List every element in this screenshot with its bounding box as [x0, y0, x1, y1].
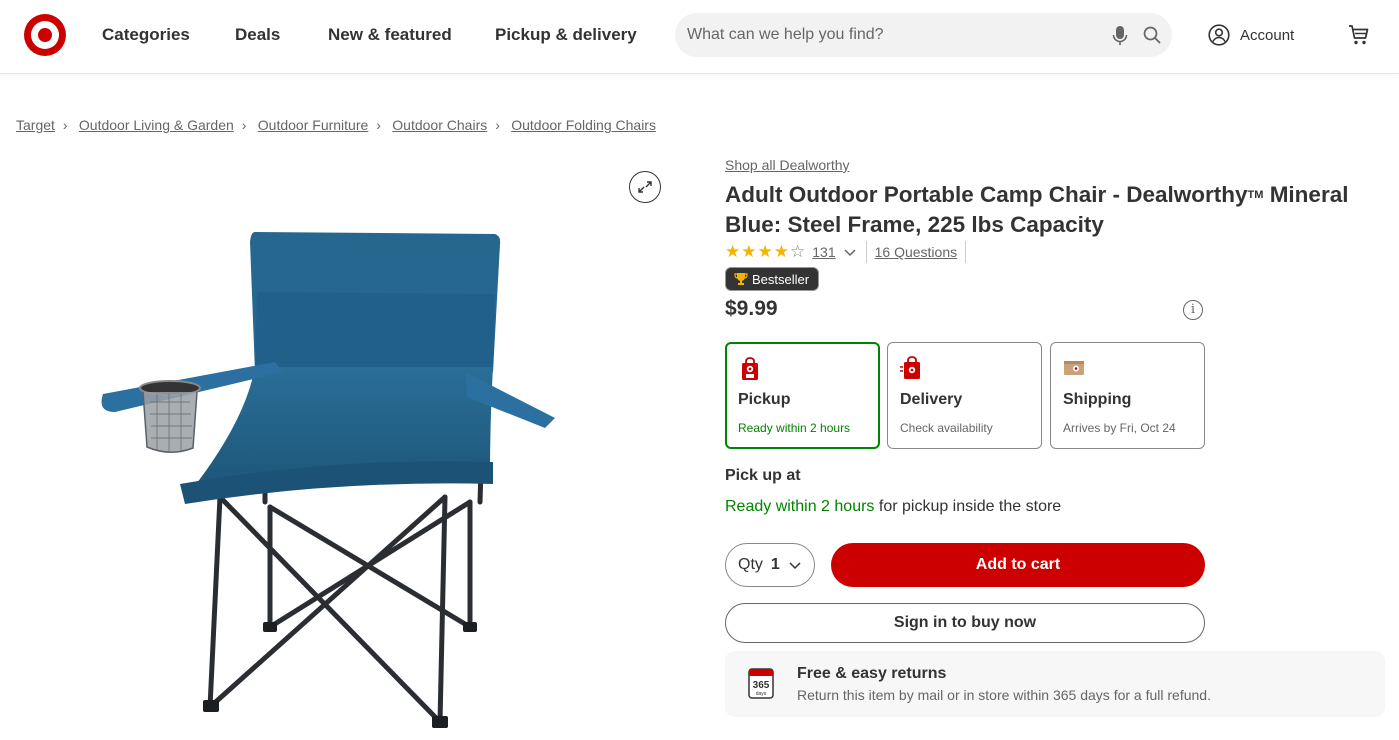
trophy-icon	[734, 273, 748, 285]
search-bar	[675, 13, 1172, 57]
breadcrumb-outdoor-living-garden[interactable]: Outdoor Living & Garden	[79, 117, 234, 133]
fulfillment-delivery-card[interactable]: Delivery Check availability	[887, 342, 1042, 449]
star-full-icon: ★	[757, 242, 773, 261]
search-input[interactable]	[687, 13, 1097, 57]
card-subtitle: Ready within 2 hours	[738, 421, 851, 435]
microphone-icon[interactable]	[1112, 25, 1128, 46]
calendar-unit: days	[756, 691, 767, 697]
nav-new-featured[interactable]: New & featured	[328, 25, 452, 45]
pickup-ready-text: Ready within 2 hours	[725, 498, 875, 515]
product-image[interactable]	[95, 222, 565, 740]
product-price: $9.99	[725, 297, 778, 320]
returns-title: Free & easy returns	[797, 665, 947, 682]
breadcrumb: Target › Outdoor Living & Garden › Outdo…	[16, 117, 656, 133]
bestseller-badge: Bestseller	[725, 267, 820, 291]
expand-image-button[interactable]	[629, 171, 661, 203]
add-to-cart-button[interactable]: Add to cart	[831, 543, 1205, 587]
cart-icon[interactable]	[1348, 24, 1370, 46]
qty-value: 1	[770, 556, 780, 573]
returns-panel: 365 days Free & easy returns Return this…	[725, 651, 1385, 717]
quantity-select[interactable]: Qty 1	[725, 543, 815, 587]
shipping-box-icon	[1064, 361, 1084, 375]
chevron-right-icon: ›	[495, 117, 500, 133]
pickup-bag-icon	[742, 357, 758, 380]
chevron-right-icon: ›	[241, 117, 247, 133]
chevron-right-icon: ›	[62, 117, 68, 133]
account-label: Account	[1240, 26, 1295, 44]
fulfillment-shipping-card[interactable]: Shipping Arrives by Fri, Oct 24	[1050, 342, 1205, 449]
divider	[865, 241, 867, 263]
badge-label: Bestseller	[752, 271, 810, 287]
pickup-heading: Pick up at	[725, 467, 801, 484]
star-full-icon: ★	[773, 242, 789, 261]
nav-categories[interactable]: Categories	[102, 25, 190, 45]
site-header: Categories Deals New & featured Pickup &…	[0, 0, 1399, 74]
calendar-number: 365	[753, 680, 770, 691]
card-title: Delivery	[900, 391, 963, 408]
nav-deals[interactable]: Deals	[235, 25, 280, 45]
fulfillment-pickup-card[interactable]: Pickup Ready within 2 hours	[725, 342, 880, 449]
returns-subtitle: Return this item by mail or in store wit…	[797, 687, 1211, 703]
calendar-365-icon: 365 days	[748, 668, 774, 699]
account-button[interactable]: Account	[1208, 24, 1294, 46]
target-logo-icon[interactable]	[24, 14, 66, 56]
star-rating[interactable]: ★ ★ ★ ★ ☆	[725, 242, 805, 262]
breadcrumb-outdoor-furniture[interactable]: Outdoor Furniture	[258, 117, 369, 133]
trademark-mark: TM	[1247, 189, 1264, 201]
pickup-rest-text: for pickup inside the store	[874, 498, 1062, 515]
breadcrumb-outdoor-folding-chairs[interactable]: Outdoor Folding Chairs	[511, 117, 656, 133]
review-count-link[interactable]: 131	[812, 244, 835, 260]
shop-all-brand-link[interactable]: Shop all Dealworthy	[725, 157, 850, 173]
product-title-main: Adult Outdoor Portable Camp Chair - Deal…	[725, 182, 1248, 207]
card-subtitle: Arrives by Fri, Oct 24	[1063, 421, 1176, 435]
breadcrumb-outdoor-chairs[interactable]: Outdoor Chairs	[392, 117, 487, 133]
delivery-bag-icon	[900, 356, 920, 379]
chevron-down-icon	[789, 562, 801, 570]
qty-label: Qty	[738, 556, 763, 573]
questions-link[interactable]: 16 Questions	[875, 244, 958, 260]
chevron-down-icon[interactable]	[842, 244, 858, 260]
breadcrumb-target[interactable]: Target	[16, 117, 55, 133]
expand-icon	[638, 181, 652, 193]
star-full-icon: ★	[741, 242, 757, 261]
info-icon[interactable]: i	[1183, 300, 1203, 320]
card-title: Pickup	[738, 391, 791, 408]
search-icon[interactable]	[1143, 26, 1161, 44]
chevron-right-icon: ›	[376, 117, 381, 133]
rating-row: ★ ★ ★ ★ ☆ 131 16 Questions	[725, 241, 974, 263]
product-title: Adult Outdoor Portable Camp Chair - Deal…	[725, 180, 1385, 239]
divider	[965, 241, 967, 263]
star-full-icon: ★	[725, 242, 741, 261]
card-subtitle: Check availability	[900, 421, 993, 435]
sign-in-to-buy-button[interactable]: Sign in to buy now	[725, 603, 1205, 643]
nav-pickup-delivery[interactable]: Pickup & delivery	[495, 25, 637, 45]
star-empty-icon: ☆	[790, 242, 806, 261]
pickup-availability: Ready within 2 hours for pickup inside t…	[725, 498, 1061, 516]
card-title: Shipping	[1063, 391, 1132, 408]
user-icon	[1208, 24, 1230, 46]
